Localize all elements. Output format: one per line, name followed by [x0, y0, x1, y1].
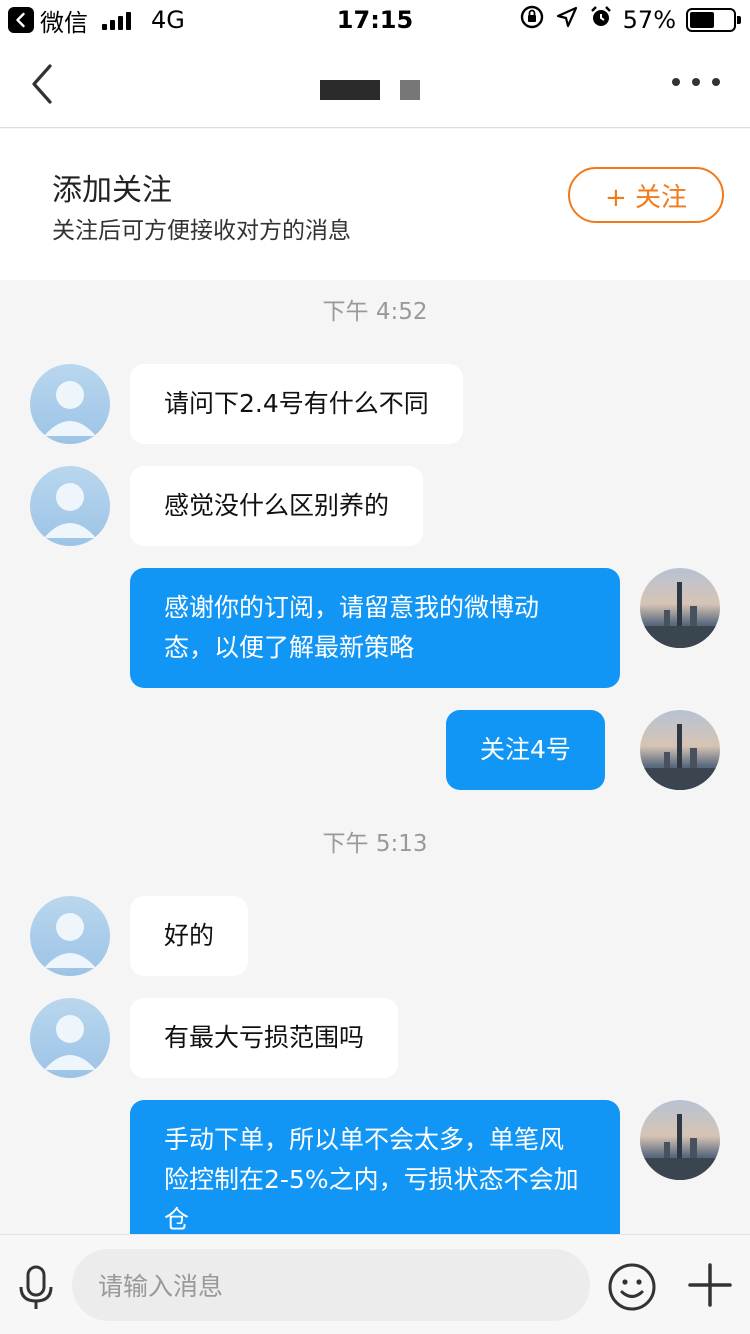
- follow-panel: 添加关注 关注后可方便接收对方的消息 + 关注: [0, 129, 750, 280]
- message-bubble-out[interactable]: 手动下单，所以单不会太多，单笔风险控制在2-5%之内，亏损状态不会加仓: [130, 1100, 620, 1234]
- microphone-icon[interactable]: [16, 1263, 56, 1313]
- battery-fill: [690, 12, 714, 28]
- avatar[interactable]: [30, 466, 110, 546]
- follow-button[interactable]: + 关注: [568, 167, 724, 223]
- message-bubble-out[interactable]: 关注4号: [446, 710, 605, 790]
- status-bar: 微信 4G 17:15 57%: [0, 0, 750, 40]
- more-dots-icon[interactable]: [672, 78, 720, 86]
- follow-title: 添加关注: [52, 173, 172, 208]
- time-label: 下午 5:13: [322, 831, 428, 857]
- navigation-bar: [0, 40, 750, 128]
- time-label: 下午 4:52: [322, 299, 428, 325]
- location-icon: [555, 5, 579, 35]
- avatar[interactable]: [30, 364, 110, 444]
- message-input[interactable]: 请输入消息: [72, 1249, 590, 1321]
- plus-icon[interactable]: [686, 1261, 734, 1309]
- avatar[interactable]: [640, 710, 720, 790]
- emoji-icon[interactable]: [606, 1261, 658, 1313]
- redacted-name-block: [320, 80, 380, 100]
- message-bubble-in[interactable]: 请问下2.4号有什么不同: [130, 364, 463, 444]
- redacted-name-block: [400, 80, 420, 100]
- avatar[interactable]: [30, 896, 110, 976]
- avatar[interactable]: [640, 568, 720, 648]
- chat-area[interactable]: 下午 4:52 请问下2.4号有什么不同 感觉没什么区别养的 感谢你的订阅，请留…: [0, 280, 750, 1234]
- message-bubble-in[interactable]: 有最大亏损范围吗: [130, 998, 399, 1078]
- message-bubble-in[interactable]: 感觉没什么区别养的: [130, 466, 424, 546]
- battery-percent: 57%: [622, 6, 676, 34]
- input-bar: 请输入消息: [0, 1234, 750, 1334]
- status-right: 57%: [519, 4, 741, 36]
- message-bubble-in[interactable]: 好的: [130, 896, 249, 976]
- alarm-icon: [589, 5, 613, 35]
- battery-icon: [686, 8, 741, 32]
- chevron-left-icon[interactable]: [26, 60, 62, 108]
- page-title-redacted: [320, 80, 420, 100]
- message-bubble-out[interactable]: 感谢你的订阅，请留意我的微博动态，以便了解最新策略: [130, 568, 620, 688]
- orientation-lock-icon: [519, 4, 545, 36]
- follow-subtitle: 关注后可方便接收对方的消息: [52, 218, 351, 244]
- avatar[interactable]: [30, 998, 110, 1078]
- avatar[interactable]: [640, 1100, 720, 1180]
